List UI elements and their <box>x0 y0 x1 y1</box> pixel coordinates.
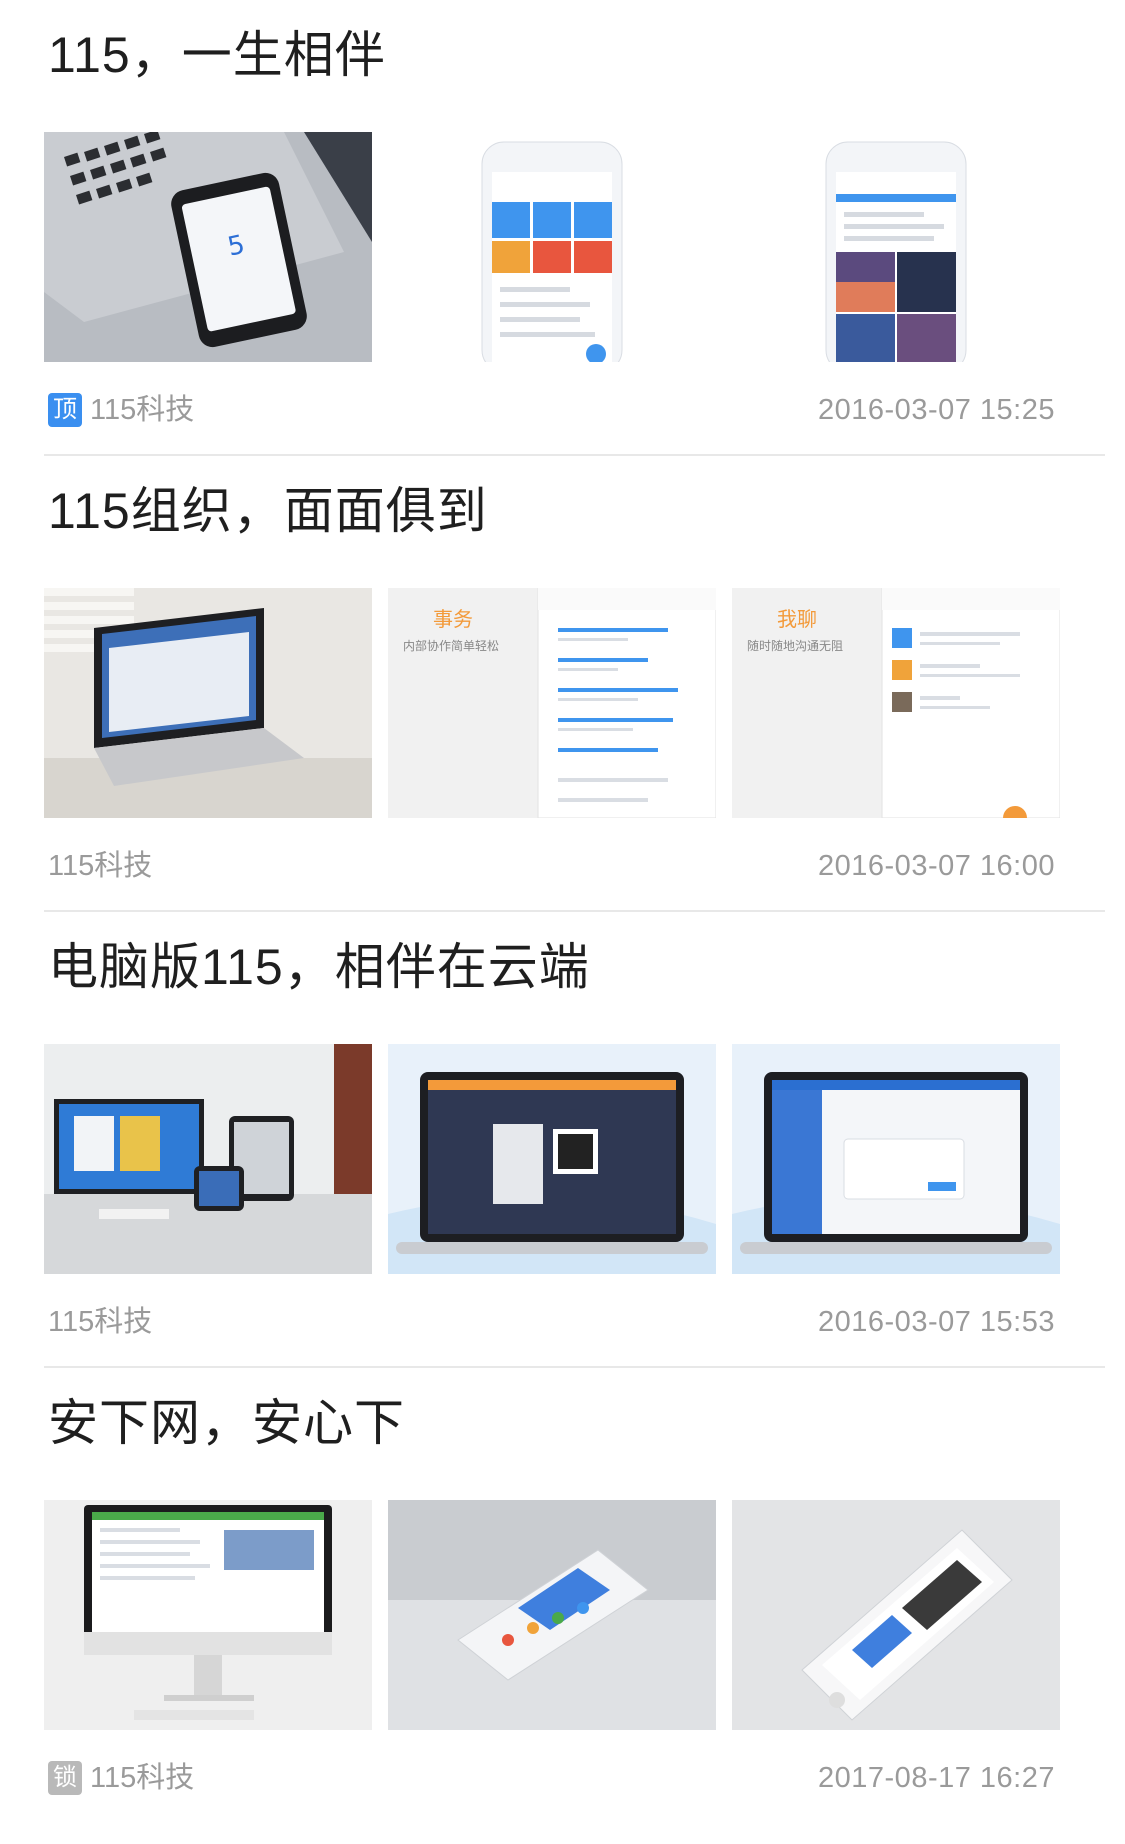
thumbnail-image[interactable]: 我聊 随时随地沟通无阻 <box>732 588 1060 818</box>
macbook-qr-login-screenshot <box>388 1044 716 1274</box>
thumbnail-image[interactable] <box>732 1044 1060 1274</box>
thumbnail-image[interactable] <box>388 1500 716 1730</box>
article-title[interactable]: 115组织，面面俱到 <box>48 476 488 546</box>
promo-headline: 事务 <box>433 607 473 631</box>
article-card[interactable]: 电脑版115，相伴在云端 115科技 2016-03-07 15:53 <box>0 912 1125 1368</box>
article-source: 顶 115科技 <box>48 390 194 430</box>
publish-time: 2016-03-07 16:00 <box>818 850 1055 882</box>
article-card[interactable]: 115组织，面面俱到 事务 内部协作简单轻松 我聊 随时随地沟通无阻 115科技… <box>0 456 1125 912</box>
phone-angled-app-photo <box>388 1500 716 1730</box>
pinned-badge: 顶 <box>48 393 82 427</box>
thumbnail-image[interactable] <box>388 132 716 362</box>
article-title[interactable]: 安下网，安心下 <box>48 1388 405 1458</box>
thumbnail-image[interactable] <box>44 1044 372 1274</box>
imac-website-photo <box>44 1500 372 1730</box>
thumbnail-image[interactable]: 事务 内部协作简单轻松 <box>388 588 716 818</box>
thumbnail-image[interactable] <box>732 1500 1060 1730</box>
thumbnail-image[interactable] <box>388 1044 716 1274</box>
app-tasks-promo: 事务 内部协作简单轻松 <box>388 588 716 818</box>
publish-time: 2016-03-07 15:53 <box>818 1306 1055 1338</box>
publish-time: 2017-08-17 16:27 <box>818 1762 1055 1794</box>
article-card[interactable]: 115，一生相伴 5 顶 115科技 2016-03-07 15:25 <box>0 0 1125 456</box>
thumbnail-image[interactable] <box>44 588 372 818</box>
desktop-devices-photo <box>44 1044 372 1274</box>
source-name: 115科技 <box>90 394 195 426</box>
thumbnail-image[interactable] <box>44 1500 372 1730</box>
promo-headline: 我聊 <box>777 607 817 631</box>
article-meta: 锁 115科技 2017-08-17 16:27 <box>48 1758 1055 1798</box>
article-meta: 115科技 2016-03-07 15:53 <box>48 1302 1055 1342</box>
phone-app-photos-screenshot <box>732 132 1060 362</box>
thumbnail-image[interactable] <box>732 132 1060 362</box>
article-meta: 顶 115科技 2016-03-07 15:25 <box>48 390 1055 430</box>
source-name: 115科技 <box>48 850 153 882</box>
article-source: 115科技 <box>48 1302 152 1342</box>
publish-time: 2016-03-07 15:25 <box>818 394 1055 426</box>
thumbnail-image[interactable]: 5 <box>44 132 372 362</box>
thumbnail-row: 事务 内部协作简单轻松 我聊 随时随地沟通无阻 <box>44 588 1064 818</box>
source-name: 115科技 <box>48 1306 153 1338</box>
article-title[interactable]: 电脑版115，相伴在云端 <box>48 932 590 1002</box>
thumbnail-row: 5 <box>44 132 1064 362</box>
promo-subtitle: 内部协作简单轻松 <box>403 638 499 653</box>
macbook-dialog-screenshot <box>732 1044 1060 1274</box>
article-feed: 115，一生相伴 5 顶 115科技 2016-03-07 15:25 115组… <box>0 0 1125 1824</box>
thumbnail-row <box>44 1044 1064 1274</box>
thumbnail-row <box>44 1500 1064 1730</box>
article-title[interactable]: 115，一生相伴 <box>48 20 386 90</box>
promo-subtitle: 随时随地沟通无阻 <box>747 638 843 653</box>
iphone-angled-app-photo <box>732 1500 1060 1730</box>
app-chat-promo: 我聊 随时随地沟通无阻 <box>732 588 1060 818</box>
lock-badge: 锁 <box>48 1761 82 1795</box>
phone-app-grid-screenshot <box>388 132 716 362</box>
article-meta: 115科技 2016-03-07 16:00 <box>48 846 1055 886</box>
laptop-phone-photo: 5 <box>44 132 372 362</box>
article-card[interactable]: 安下网，安心下 锁 115科技 2017-08-17 16:27 <box>0 1368 1125 1824</box>
source-name: 115科技 <box>90 1762 195 1794</box>
article-source: 锁 115科技 <box>48 1758 194 1798</box>
laptop-desk-photo <box>44 588 372 818</box>
article-source: 115科技 <box>48 846 152 886</box>
